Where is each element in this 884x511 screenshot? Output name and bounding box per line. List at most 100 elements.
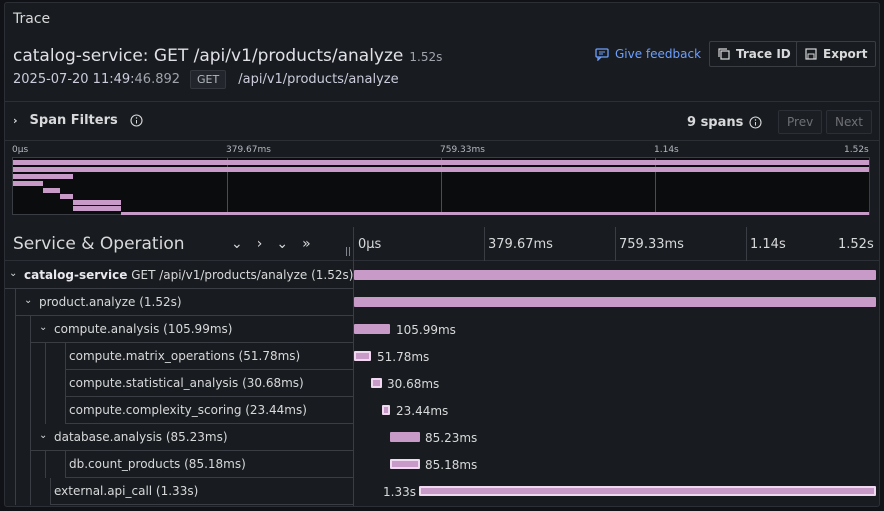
chevron-right-icon[interactable]: ›: [257, 236, 263, 252]
minimap-span: [13, 174, 73, 179]
span-row[interactable]: compute.matrix_operations (51.78ms) 51.7…: [5, 343, 879, 370]
timeline-tick: [484, 227, 485, 261]
row-divider: [50, 504, 353, 505]
tree-line: [15, 289, 16, 316]
service-name: catalog-service: [24, 268, 128, 282]
operation-name: compute.complexity_scoring (23.44ms): [69, 403, 307, 417]
feedback-label: Give feedback: [615, 47, 702, 61]
span-bar[interactable]: [390, 459, 420, 469]
span-duration-label: 85.18ms: [425, 458, 478, 472]
tree-line: [15, 478, 16, 505]
span-count-label: 9 spans: [687, 115, 744, 130]
tree-line: [15, 424, 16, 451]
span-row[interactable]: ⌄ compute.analysis (105.99ms) 105.99ms: [5, 316, 879, 343]
divider: [5, 101, 879, 102]
tree-line: [65, 451, 66, 478]
span-duration-label: 30.68ms: [387, 377, 440, 391]
copy-icon: [718, 48, 730, 60]
timeline-tick-label: 0μs: [358, 237, 382, 252]
tree-line: [15, 343, 16, 370]
span-row[interactable]: external.api_call (1.33s) 1.33s: [5, 478, 879, 505]
export-button[interactable]: Export: [796, 41, 877, 67]
operation-name: database.analysis (85.23ms): [54, 430, 228, 444]
operation-name: external.api_call (1.33s): [54, 484, 199, 498]
info-icon: [749, 116, 762, 129]
tree-line: [45, 370, 46, 397]
span-bar[interactable]: [354, 351, 371, 361]
span-bar[interactable]: [382, 405, 390, 415]
operation-name: compute.statistical_analysis (30.68ms): [69, 376, 304, 390]
info-icon: [130, 114, 143, 127]
chevron-down-icon[interactable]: ⌄: [9, 268, 17, 279]
tree-line: [15, 451, 16, 478]
span-bar[interactable]: [371, 378, 382, 388]
trace-id-button[interactable]: Trace ID: [709, 41, 800, 67]
span-bar[interactable]: [354, 324, 390, 334]
span-duration-label: 105.99ms: [396, 323, 456, 337]
give-feedback-link[interactable]: Give feedback: [595, 47, 701, 61]
trace-title: catalog-service: GET /api/v1/products/an…: [13, 46, 442, 66]
resize-handle-icon[interactable]: ||: [345, 247, 351, 257]
span-name: catalog-service GET /api/v1/products/ana…: [24, 268, 353, 282]
minimap-tick: 379.67ms: [226, 145, 271, 155]
minimap-tick: 1.52s: [844, 145, 869, 155]
trace-name: catalog-service: GET /api/v1/products/an…: [13, 46, 404, 66]
tree-line: [65, 370, 66, 397]
tree-line: [65, 397, 66, 424]
span-bar[interactable]: [354, 270, 876, 280]
minimap-span: [73, 200, 121, 205]
double-chevron-down-icon[interactable]: ⌄: [276, 236, 288, 252]
operation-name: compute.matrix_operations (51.78ms): [69, 349, 301, 363]
trace-date-ms: 46.892: [134, 72, 181, 87]
timeline-tick: [615, 227, 616, 261]
chevron-down-icon[interactable]: ⌄: [39, 322, 47, 333]
trace-duration: 1.52s: [409, 50, 443, 64]
span-filters-label: Span Filters: [29, 113, 118, 128]
tree-line: [45, 451, 46, 478]
span-bar[interactable]: [390, 432, 420, 442]
timeline-tick: [746, 227, 747, 261]
span-filters-toggle[interactable]: › Span Filters: [13, 113, 143, 128]
span-row[interactable]: compute.complexity_scoring (23.44ms) 23.…: [5, 397, 879, 424]
chevron-right-icon: ›: [13, 114, 18, 127]
timeline-tick-label: 1.14s: [750, 237, 786, 252]
tree-line: [15, 397, 16, 424]
span-bar[interactable]: [354, 297, 876, 307]
tree-line: [15, 316, 16, 343]
tree-line: [50, 478, 51, 505]
minimap-span: [121, 212, 869, 215]
timeline-header: Service & Operation ⌄ › ⌄ » || 0μs 379.6…: [5, 227, 879, 261]
chevron-down-icon[interactable]: ⌄: [39, 430, 47, 441]
span-row[interactable]: compute.statistical_analysis (30.68ms) 3…: [5, 370, 879, 397]
tree-line: [30, 370, 31, 397]
span-duration-label: 23.44ms: [396, 404, 449, 418]
operation-name: compute.analysis (105.99ms): [54, 322, 233, 336]
expand-controls: ⌄ › ⌄ »: [231, 236, 311, 252]
tree-line: [30, 478, 31, 505]
span-duration-label: 1.33s: [383, 485, 416, 499]
tree-line: [65, 343, 66, 370]
span-row[interactable]: ⌄ product.analyze (1.52s): [5, 289, 879, 316]
chevron-down-icon[interactable]: ⌄: [24, 295, 32, 306]
minimap-span: [13, 167, 869, 172]
prev-button[interactable]: Prev: [778, 110, 823, 134]
timeline-tick-label: 1.52s: [838, 237, 874, 252]
minimap-tick: 1.14s: [654, 145, 679, 155]
trace-minimap[interactable]: [12, 157, 870, 215]
timeline-tick-label: 759.33ms: [619, 237, 684, 252]
minimap-tick: 759.33ms: [440, 145, 485, 155]
export-label: Export: [823, 47, 868, 61]
next-button[interactable]: Next: [826, 110, 872, 134]
span-bar[interactable]: [419, 486, 876, 496]
span-row[interactable]: ⌄ catalog-service GET /api/v1/products/a…: [5, 262, 879, 289]
chevron-down-icon[interactable]: ⌄: [231, 236, 243, 252]
span-row[interactable]: ⌄ database.analysis (85.23ms) 85.23ms: [5, 424, 879, 451]
span-row[interactable]: db.count_products (85.18ms) 85.18ms: [5, 451, 879, 478]
tree-line: [45, 397, 46, 424]
minimap-tick: 0μs: [12, 145, 29, 155]
tree-line: [30, 397, 31, 424]
tree-line: [15, 370, 16, 397]
double-chevron-right-icon[interactable]: »: [302, 236, 311, 252]
operation-name: db.count_products (85.18ms): [69, 457, 246, 471]
save-icon: [805, 48, 817, 60]
